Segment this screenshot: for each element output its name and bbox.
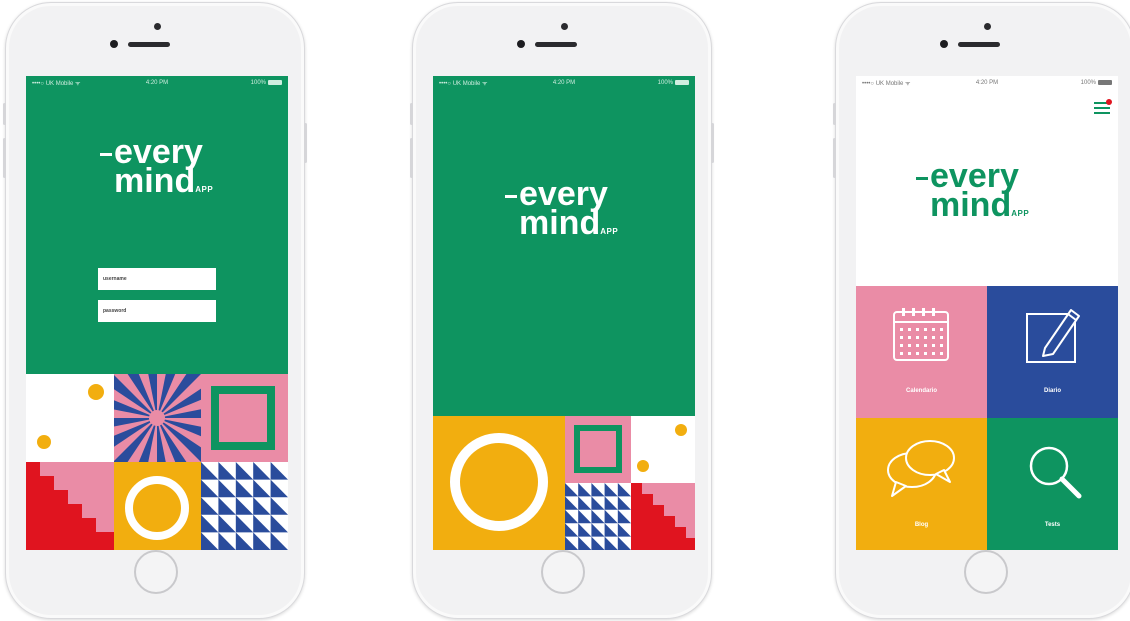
menu-tile-blog[interactable]: Blog: [856, 418, 987, 550]
screen: ••••○ UK Mobile ᯤ 4:20 PM 100% every min…: [26, 76, 288, 550]
speech-bubbles-icon: [887, 440, 955, 497]
clock: 4:20 PM: [975, 80, 999, 86]
pattern-red-steps: [631, 483, 695, 550]
phone-splash: ••••○ UK Mobile ᯤ 4:20 PM 100% every min…: [410, 2, 714, 619]
password-field[interactable]: password: [98, 300, 216, 322]
status-bar: ••••○ UK Mobile ᯤ 4:20 PM 100%: [26, 76, 288, 90]
phone-login: ••••○ UK Mobile ᯤ 4:20 PM 100% every min…: [3, 2, 307, 619]
logo-suffix: APP: [1011, 208, 1030, 218]
menu-tile-tests[interactable]: Tests: [987, 418, 1118, 550]
menu-tile-calendario[interactable]: Calendario: [856, 286, 987, 418]
logo-word-every: every: [99, 135, 213, 169]
calendar-icon: [893, 308, 949, 361]
app-logo: every mindAPP: [99, 135, 214, 198]
status-bar: ••••○ UK Mobile ᯤ 4:20 PM 100%: [433, 76, 695, 90]
proximity-sensor: [561, 23, 568, 30]
volume-button: [3, 103, 6, 125]
menu-label-tests: Tests: [1044, 522, 1061, 528]
logo-suffix: APP: [195, 184, 214, 194]
pattern-triangles: [201, 462, 288, 550]
volume-button: [3, 138, 6, 178]
earpiece-speaker: [535, 42, 577, 47]
volume-button: [410, 138, 413, 178]
pattern-framed-square: [201, 374, 288, 462]
logo-word-every: every: [504, 177, 618, 211]
phone-menu: ••••○ UK Mobile ᯤ 4:20 PM 100% every min…: [833, 2, 1130, 619]
home-button[interactable]: [964, 550, 1008, 594]
power-button: [711, 123, 714, 163]
home-button[interactable]: [541, 550, 585, 594]
volume-button: [410, 103, 413, 125]
pattern-framed-square: [565, 416, 631, 483]
magnifier-icon: [1029, 446, 1082, 499]
earpiece-speaker: [128, 42, 170, 47]
pattern-triangles: [565, 483, 631, 550]
menu-label-diario: Diario: [1043, 388, 1061, 394]
pattern-dots-white: [26, 374, 114, 462]
username-field[interactable]: username: [98, 268, 216, 290]
menu-label-blog: Blog: [914, 522, 929, 528]
clock: 4:20 PM: [145, 80, 169, 86]
pattern-sunburst: [114, 374, 201, 462]
menu-label-calendario: Calendario: [905, 388, 937, 394]
pattern-ring: [114, 462, 201, 550]
pattern-dots-white: [631, 416, 695, 483]
app-logo: every mindAPP: [915, 159, 1030, 222]
volume-button: [833, 103, 836, 125]
password-placeholder: password: [103, 308, 127, 314]
clock: 4:20 PM: [552, 80, 576, 86]
notification-dot: [1106, 99, 1112, 105]
menu-tile-diario[interactable]: Diario: [987, 286, 1118, 418]
pattern-big-ring: [433, 416, 565, 550]
screen: ••••○ UK Mobile ᯤ 4:20 PM 100% every min…: [433, 76, 695, 550]
logo-word-every: every: [915, 159, 1029, 193]
status-bar: ••••○ UK Mobile ᯤ 4:20 PM 100%: [856, 76, 1118, 90]
hamburger-menu-icon[interactable]: [1094, 99, 1112, 114]
username-placeholder: username: [103, 276, 127, 282]
power-button: [304, 123, 307, 163]
front-camera: [940, 40, 948, 48]
volume-button: [833, 138, 836, 178]
home-button[interactable]: [134, 550, 178, 594]
front-camera: [110, 40, 118, 48]
earpiece-speaker: [958, 42, 1000, 47]
proximity-sensor: [154, 23, 161, 30]
proximity-sensor: [984, 23, 991, 30]
screen: ••••○ UK Mobile ᯤ 4:20 PM 100% every min…: [856, 76, 1118, 550]
pattern-red-steps: [26, 462, 114, 550]
pencil-note-icon: [1026, 309, 1080, 363]
front-camera: [517, 40, 525, 48]
logo-suffix: APP: [600, 226, 619, 236]
app-logo: every mindAPP: [504, 177, 619, 240]
